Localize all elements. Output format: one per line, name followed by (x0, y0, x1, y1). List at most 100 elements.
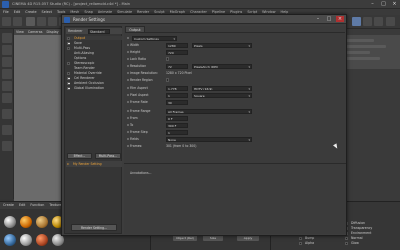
from-field[interactable]: 0 F (166, 115, 188, 121)
pixel-aspect-dropdown[interactable]: Square ▾ (192, 92, 252, 98)
nav-item-ambient-occlusion[interactable]: Ambient Occlusion (66, 81, 122, 85)
width-field[interactable]: 1280 (166, 42, 188, 48)
camera-icon[interactable] (386, 17, 395, 26)
nav-checkbox[interactable] (67, 71, 70, 75)
output-settings-panel: Output Custom Settings ▾ Width 1280 Pixel… (124, 26, 346, 234)
material-menu-create[interactable]: Create (3, 202, 14, 209)
material-swatch[interactable] (36, 234, 48, 246)
nav-checkbox[interactable] (67, 36, 70, 40)
nav-item-label: Ambient Occlusion (74, 81, 104, 85)
model-mode-icon[interactable] (2, 45, 12, 55)
material-menu-function[interactable]: Function (30, 202, 44, 209)
lock-ratio-checkbox[interactable] (166, 57, 170, 61)
viewport-menu-display[interactable]: Display (46, 29, 58, 35)
to-field[interactable]: 300 F (166, 122, 188, 128)
cube-icon[interactable] (352, 17, 361, 26)
render-setting-button[interactable]: Render Setting... (71, 224, 117, 231)
material-menu-texture[interactable]: Texture (49, 202, 61, 209)
panel-splitter[interactable] (124, 163, 346, 164)
frames-value: 301 (from 0 to 300) (166, 144, 197, 148)
material-menu-edit[interactable]: Edit (19, 202, 25, 209)
points-mode-icon[interactable] (2, 69, 12, 79)
nav-item-save[interactable]: Save (66, 41, 122, 45)
nav-item-material-override[interactable]: Material Override (66, 71, 122, 75)
channel-checkbox[interactable] (299, 237, 302, 240)
nav-item-team-render[interactable]: Team Render (66, 66, 122, 70)
preset-dropdown[interactable]: Custom Settings ▾ (132, 35, 177, 41)
nav-item-label: Options (74, 56, 87, 60)
lock-ratio-label: Lock Ratio (130, 57, 146, 61)
film-aspect-field[interactable]: 1.778 (166, 85, 188, 91)
dialog-title-bar[interactable]: Render Settings – □ × (62, 15, 346, 24)
nav-checkbox[interactable] (67, 81, 70, 85)
nav-item-stereoscopic[interactable]: Stereoscopic (66, 61, 122, 65)
redo-icon[interactable] (13, 17, 22, 26)
resolution-field[interactable]: 72 (166, 63, 188, 69)
nav-checkbox[interactable] (67, 46, 70, 50)
nav-item-global-illumination[interactable]: Global Illumination (66, 86, 122, 90)
dialog-close-button[interactable]: × (336, 16, 344, 22)
nav-item-multi-pass[interactable]: Multi-Pass (66, 46, 122, 50)
frame-rate-field[interactable]: 30 (166, 99, 188, 105)
nav-item-label: Multi-Pass (74, 46, 90, 50)
frame-range-dropdown[interactable]: All Frames ▾ (166, 108, 252, 114)
render-setting-list-item[interactable]: ⊳ My Render Setting (66, 161, 122, 167)
viewport-menu-cameras[interactable]: Cameras (28, 29, 43, 35)
live-selection-icon[interactable] (26, 17, 35, 26)
workplane-icon[interactable] (2, 141, 12, 151)
channel-checkbox[interactable] (299, 242, 302, 245)
param-dot (127, 109, 129, 112)
close-button[interactable]: × (391, 1, 398, 7)
cinema4d-window: CINEMA 4D R15.057 Studio (RC) - [project… (0, 0, 400, 250)
film-aspect-dropdown[interactable]: HDTV (16:9) ▾ (192, 85, 252, 91)
nav-item-anti-aliasing[interactable]: Anti-Aliasing (66, 51, 122, 55)
channel-checkbox[interactable] (345, 242, 348, 245)
make-editable-icon[interactable] (2, 33, 12, 43)
nav-item-label: Save (74, 41, 82, 45)
viewport-menu-view[interactable]: View (16, 29, 24, 35)
snap-icon[interactable] (2, 125, 12, 135)
fields-dropdown[interactable]: None ▾ (166, 136, 252, 142)
pen-icon[interactable] (363, 17, 372, 26)
material-swatch[interactable] (20, 216, 32, 228)
multi-pass-button[interactable]: Multi-Pass... (95, 153, 121, 159)
render-region-checkbox[interactable] (166, 78, 170, 82)
material-swatch[interactable] (20, 234, 32, 246)
width-unit-dropdown[interactable]: Pixels ▾ (192, 42, 252, 48)
pixel-aspect-field[interactable]: 1 (166, 92, 188, 98)
frame-rate-row: Frame Rate 30 (126, 99, 344, 105)
polygons-mode-icon[interactable] (2, 93, 12, 103)
material-swatch[interactable] (36, 216, 48, 228)
nav-checkbox[interactable] (67, 86, 70, 90)
move-icon[interactable] (37, 17, 46, 26)
nav-item-cel-renderer[interactable]: Cel Renderer (66, 76, 122, 80)
lock-ratio-row: Lock Ratio (126, 56, 344, 62)
material-swatch[interactable] (4, 234, 16, 246)
param-dot (127, 36, 129, 39)
scale-icon[interactable] (48, 17, 57, 26)
nav-checkbox[interactable] (67, 41, 70, 45)
undo-icon[interactable] (2, 17, 11, 26)
param-dot (127, 64, 129, 67)
channel-checkbox[interactable] (345, 237, 348, 240)
effect-button[interactable]: Effect... (67, 153, 92, 159)
film-aspect-row: Film Aspect 1.778 HDTV (16:9) ▾ (126, 85, 344, 91)
texture-mode-icon[interactable] (2, 57, 12, 67)
dialog-maximize-button[interactable]: □ (325, 16, 333, 22)
frame-step-field[interactable]: 1 (166, 129, 188, 135)
renderer-dropdown[interactable]: Standard (88, 28, 110, 34)
channel-label: Transparency (351, 226, 373, 230)
minimize-button[interactable]: – (369, 1, 376, 7)
resolution-unit-dropdown[interactable]: Pixels/Inch (DPI) ▾ (192, 63, 252, 69)
dialog-minimize-button[interactable]: – (314, 16, 322, 22)
axis-mode-icon[interactable] (2, 109, 12, 119)
maximize-button[interactable]: □ (380, 1, 387, 7)
nav-item-output[interactable]: Output (66, 36, 122, 41)
subdivision-icon[interactable] (374, 17, 383, 26)
nav-checkbox[interactable] (67, 61, 70, 65)
nav-item-options[interactable]: Options (66, 56, 122, 60)
nav-checkbox[interactable] (67, 76, 70, 80)
height-field[interactable]: 720 (166, 49, 188, 55)
edges-mode-icon[interactable] (2, 81, 12, 91)
material-swatch[interactable] (4, 216, 16, 228)
